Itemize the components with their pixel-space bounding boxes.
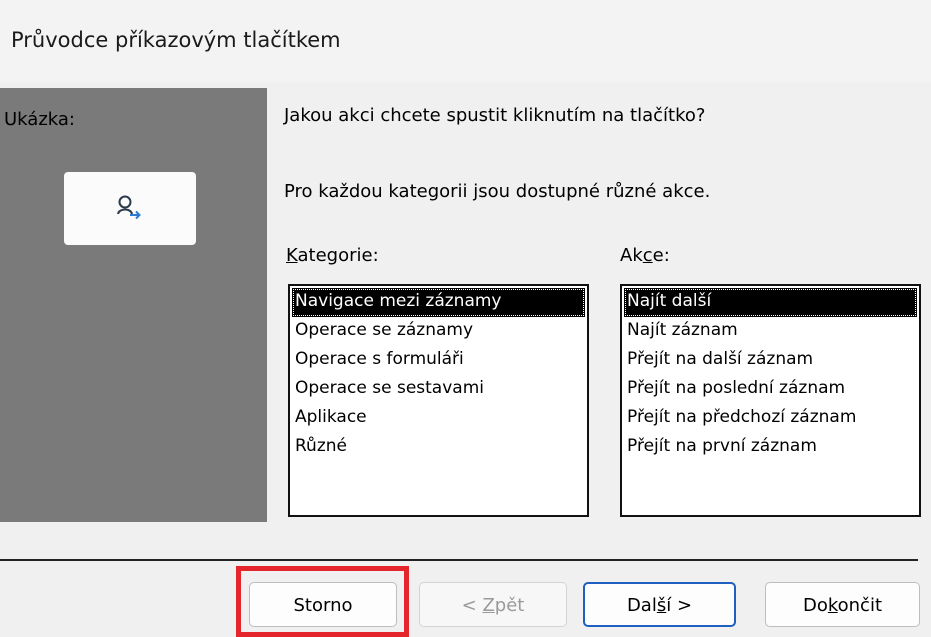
categories-list-item[interactable]: Aplikace [292, 404, 585, 433]
title-bar: Průvodce příkazovým tlačítkem [0, 0, 931, 82]
cancel-button[interactable]: Storno [249, 582, 397, 627]
categories-list-item[interactable]: Navigace mezi záznamy [292, 288, 585, 317]
command-button-wizard-dialog: Průvodce příkazovým tlačítkem Ukázka: Ja… [0, 0, 931, 637]
categories-list-item[interactable]: Operace s formuláři [292, 346, 585, 375]
separator-line [0, 559, 918, 561]
preview-button-sample [64, 172, 196, 245]
categories-list-item[interactable]: Operace se sestavami [292, 375, 585, 404]
categories-list-item[interactable]: Operace se záznamy [292, 317, 585, 346]
preview-label: Ukázka: [4, 109, 75, 130]
actions-label: Akce: [620, 245, 670, 266]
actions-listbox[interactable]: Najít další Najít záznam Přejít na další z… [620, 284, 921, 517]
actions-list-item[interactable]: Přejít na první záznam [624, 433, 917, 462]
categories-list-item[interactable]: Různé [292, 433, 585, 462]
question-text: Jakou akci chcete spustit kliknutím na t… [284, 105, 706, 126]
actions-list-item[interactable]: Najít záznam [624, 317, 917, 346]
window-title: Průvodce příkazovým tlačítkem [11, 28, 341, 52]
info-text: Pro každou kategorii jsou dostupné různé… [284, 181, 711, 202]
finish-button[interactable]: Dokončit [765, 582, 920, 627]
actions-list-item[interactable]: Přejít na poslední záznam [624, 375, 917, 404]
find-next-icon [117, 195, 141, 220]
back-button[interactable]: < Zpět [419, 582, 567, 627]
categories-label: Kategorie: [286, 245, 379, 266]
preview-panel: Ukázka: [0, 88, 267, 522]
actions-list-item[interactable]: Přejít na další záznam [624, 346, 917, 375]
categories-listbox[interactable]: Navigace mezi záznamy Operace se záznamy O… [288, 284, 589, 517]
actions-list-item[interactable]: Najít další [624, 288, 917, 317]
next-button[interactable]: Další > [583, 582, 736, 627]
actions-list-item[interactable]: Přejít na předchozí záznam [624, 404, 917, 433]
